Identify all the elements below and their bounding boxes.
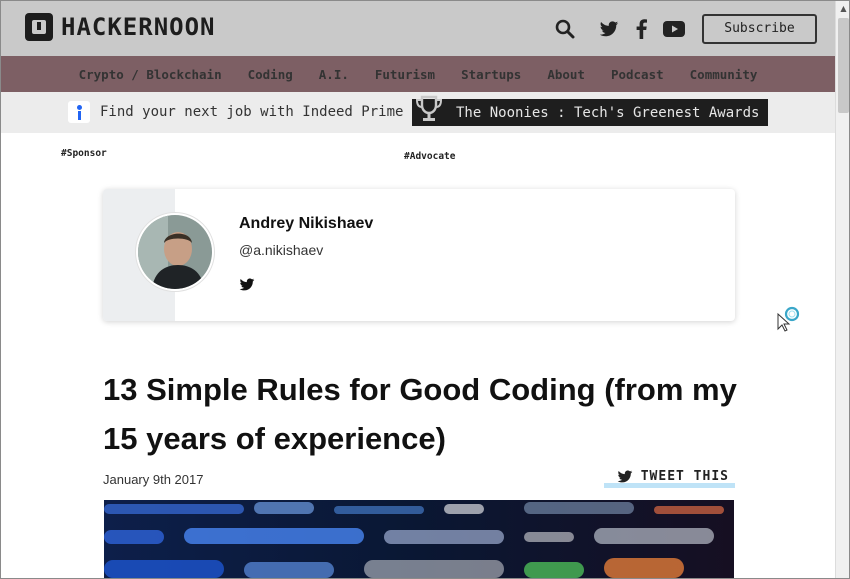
subscribe-button[interactable]: Subscribe [702, 14, 817, 44]
noonies-promo-text: The Noonies : Tech's Greenest Awards [456, 104, 760, 121]
sponsor-tag[interactable]: #Sponsor [61, 148, 107, 159]
hackernoon-logo[interactable]: HACKERNOON [25, 13, 216, 41]
tweet-this-button[interactable]: TWEET THIS [604, 469, 735, 488]
logo-text: HACKERNOON [61, 13, 216, 41]
article-date: January 9th 2017 [103, 472, 204, 487]
author-twitter-icon[interactable] [239, 278, 255, 292]
author-handle: @a.nikishaev [239, 242, 324, 258]
trophy-icon [415, 95, 443, 121]
site-header: HACKERNOON Subscribe [1, 1, 835, 56]
nav-item-about[interactable]: About [547, 67, 585, 82]
article-hero-image [104, 500, 734, 578]
scrollbar-thumb[interactable] [838, 18, 849, 113]
indeed-promo-text: Find your next job with Indeed Prime [100, 104, 404, 120]
nav-item-coding[interactable]: Coding [248, 67, 293, 82]
nav-item-futurism[interactable]: Futurism [375, 67, 435, 82]
vertical-scrollbar[interactable]: ▲ [835, 1, 849, 578]
twitter-icon [617, 469, 633, 482]
scroll-up-arrow-icon[interactable]: ▲ [836, 1, 849, 16]
tweet-this-label: TWEET THIS [640, 469, 729, 484]
category-nav: Crypto / Blockchain Coding A.I. Futurism… [1, 56, 835, 92]
hackernoon-logo-icon [25, 13, 53, 41]
indeed-promo-link[interactable]: Find your next job with Indeed Prime [68, 101, 403, 123]
twitter-icon[interactable] [598, 18, 620, 40]
search-icon[interactable] [554, 18, 576, 40]
author-name[interactable]: Andrey Nikishaev [239, 215, 373, 233]
busy-cursor-icon [777, 306, 800, 332]
facebook-icon[interactable] [630, 18, 652, 40]
nav-item-podcast[interactable]: Podcast [611, 67, 664, 82]
promo-bar: Find your next job with Indeed Prime The… [1, 92, 835, 133]
nav-item-startups[interactable]: Startups [461, 67, 521, 82]
nav-item-crypto-blockchain[interactable]: Crypto / Blockchain [79, 67, 222, 82]
noonies-promo-link[interactable]: The Noonies : Tech's Greenest Awards [412, 95, 768, 126]
author-avatar[interactable] [136, 213, 214, 291]
article-title: 13 Simple Rules for Good Coding (from my… [103, 372, 737, 456]
author-card: Andrey Nikishaev @a.nikishaev [103, 189, 735, 321]
indeed-icon [68, 101, 90, 123]
nav-item-ai[interactable]: A.I. [319, 67, 349, 82]
youtube-icon[interactable] [663, 18, 685, 40]
nav-item-community[interactable]: Community [690, 67, 758, 82]
advocate-tag[interactable]: #Advocate [404, 151, 455, 162]
browser-viewport: HACKERNOON Subscribe Crypto / Blockchain… [0, 0, 850, 579]
